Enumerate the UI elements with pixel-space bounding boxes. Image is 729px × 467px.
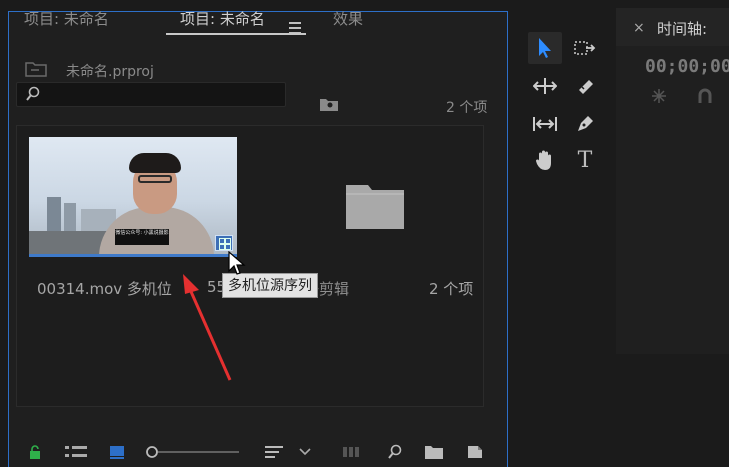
search-input[interactable] <box>16 82 286 107</box>
breadcrumb: 未命名.prproj <box>66 64 154 80</box>
multicam-badge-icon <box>215 235 233 251</box>
chevron-down-icon[interactable] <box>298 443 312 461</box>
clip-name[interactable]: 00314.mov 多机位 <box>37 278 172 299</box>
linked-selection-icon[interactable] <box>697 88 713 104</box>
selection-tool-icon[interactable] <box>528 32 562 64</box>
zoom-slider[interactable] <box>144 443 244 461</box>
clip-thumbnail[interactable]: 微信公众号: 小黑说摄影 <box>29 137 237 254</box>
thumbnail-caption: 微信公众号: 小黑说摄影 <box>115 229 169 245</box>
pen-tool-icon[interactable] <box>568 108 602 140</box>
sort-icon[interactable] <box>262 443 286 461</box>
search-icon <box>26 86 40 101</box>
new-item-icon[interactable] <box>466 443 484 461</box>
item-count-bin: 2 个项 <box>429 280 474 298</box>
timecode-display[interactable]: 00;00;00 <box>645 56 729 77</box>
snap-icon[interactable] <box>651 88 667 104</box>
tools-panel: T <box>520 28 602 188</box>
active-tab-underline <box>166 33 306 35</box>
ripple-edit-tool-icon[interactable] <box>528 70 562 102</box>
person-glasses <box>138 175 172 183</box>
treeline-shape <box>29 231 109 254</box>
list-view-icon[interactable] <box>64 443 88 461</box>
timeline-title[interactable]: 时间轴: <box>657 18 707 39</box>
slip-tool-icon[interactable] <box>528 108 562 140</box>
new-bin-icon[interactable] <box>424 443 444 461</box>
tab-effects[interactable]: 效果 <box>333 8 363 29</box>
icon-view-icon[interactable] <box>108 443 126 461</box>
find-icon[interactable] <box>386 443 404 461</box>
close-icon[interactable]: × <box>633 20 645 36</box>
find-bin-icon[interactable] <box>319 96 339 112</box>
automate-to-sequence-icon[interactable] <box>342 443 364 461</box>
razor-tool-icon[interactable] <box>568 70 602 102</box>
playhead-progress-bar <box>29 254 237 257</box>
annotation-arrow-icon <box>183 274 232 381</box>
project-folder-up-icon[interactable] <box>25 61 47 77</box>
hand-tool-icon[interactable] <box>528 144 562 176</box>
person-hair <box>129 153 181 173</box>
lock-icon[interactable] <box>28 443 42 461</box>
type-tool-icon[interactable]: T <box>568 144 602 176</box>
tab-project-1[interactable]: 项目: 未命名 <box>24 8 109 29</box>
track-select-tool-icon[interactable] <box>568 32 602 64</box>
folder-icon[interactable] <box>346 183 404 229</box>
item-count-top: 2 个项 <box>446 100 488 116</box>
tab-project-active[interactable]: 项目: 未命名 <box>180 8 265 29</box>
